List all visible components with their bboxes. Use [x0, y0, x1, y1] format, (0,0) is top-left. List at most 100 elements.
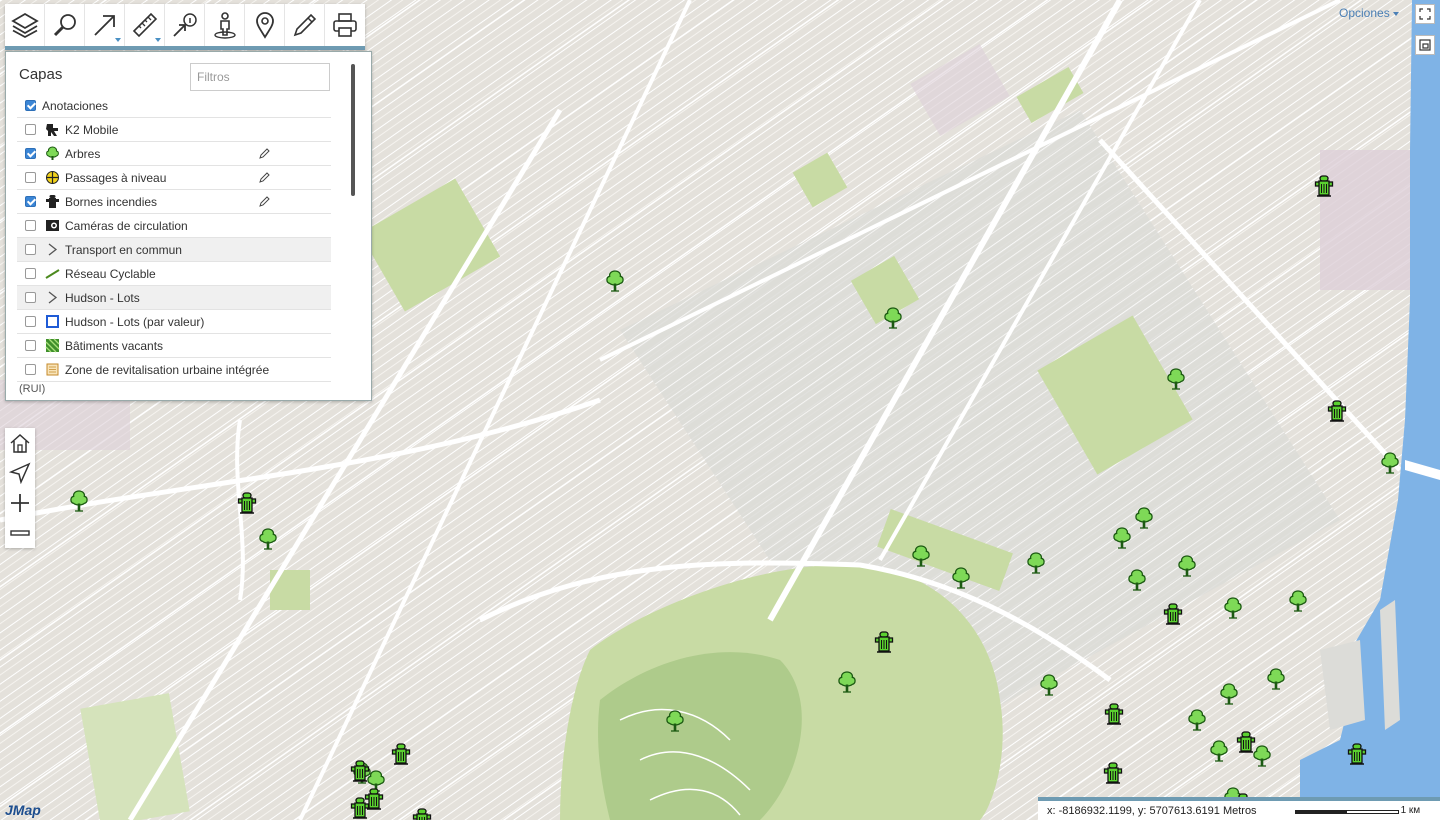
- hydrant-marker-icon[interactable]: [1347, 743, 1367, 765]
- hydrant-marker-icon[interactable]: [412, 808, 432, 820]
- layer-label: Passages à niveau: [65, 170, 167, 185]
- layers-tool-button[interactable]: [5, 4, 45, 46]
- geolocate-button[interactable]: [5, 458, 35, 488]
- zoom-out-button[interactable]: [5, 518, 35, 548]
- hydrant-marker-icon[interactable]: [350, 797, 370, 819]
- zoom-in-button[interactable]: [5, 488, 35, 518]
- layer-row[interactable]: Caméras de circulation: [17, 214, 331, 238]
- tree-marker-icon[interactable]: [1209, 740, 1229, 762]
- layers-panel-title: Capas: [19, 66, 63, 83]
- fullscreen-button[interactable]: [1415, 4, 1435, 24]
- layer-row[interactable]: Transport en commun: [17, 238, 331, 262]
- zone-icon: [44, 362, 60, 378]
- tree-marker-icon[interactable]: [1187, 709, 1207, 731]
- layer-visibility-checkbox[interactable]: [25, 148, 36, 159]
- cursor-coordinates: x: -8186932.1199, y: 5707613.6191 Metros: [1047, 804, 1257, 817]
- layer-visibility-checkbox[interactable]: [25, 292, 36, 303]
- tree-marker-icon[interactable]: [1166, 368, 1186, 390]
- hydrant-marker-icon[interactable]: [1103, 762, 1123, 784]
- layer-row[interactable]: Réseau Cyclable: [17, 262, 331, 286]
- crossing-icon: [44, 170, 60, 186]
- layer-row[interactable]: Anotaciones: [17, 94, 331, 118]
- home-button[interactable]: [5, 428, 35, 458]
- layer-visibility-checkbox[interactable]: [25, 100, 36, 111]
- layers-filter-input[interactable]: [190, 63, 330, 91]
- hydrant-marker-icon[interactable]: [1163, 603, 1183, 625]
- layer-row[interactable]: Arbres: [17, 142, 331, 166]
- layer-visibility-checkbox[interactable]: [25, 196, 36, 207]
- layer-row[interactable]: K2 Mobile: [17, 118, 331, 142]
- hydrant-marker-icon[interactable]: [1314, 175, 1334, 197]
- measure-tool-button[interactable]: [125, 4, 165, 46]
- hydrant-marker-icon[interactable]: [237, 492, 257, 514]
- edit-layer-pencil-icon[interactable]: [259, 147, 271, 159]
- layer-visibility-checkbox[interactable]: [25, 268, 36, 279]
- ruler-icon: [132, 12, 157, 38]
- layer-visibility-checkbox[interactable]: [25, 172, 36, 183]
- layers-scrollbar[interactable]: [351, 64, 355, 196]
- tree-marker-icon[interactable]: [1039, 674, 1059, 696]
- info-tool-button[interactable]: [165, 4, 205, 46]
- tree-marker-icon[interactable]: [1266, 668, 1286, 690]
- square-icon: [44, 314, 60, 330]
- tree-marker-icon[interactable]: [911, 545, 931, 567]
- tree-marker-icon[interactable]: [1112, 527, 1132, 549]
- home-icon: [10, 433, 30, 453]
- search-tool-button[interactable]: [45, 4, 85, 46]
- hydrant-marker-icon[interactable]: [1104, 703, 1124, 725]
- main-toolbar: [5, 4, 365, 50]
- layers-icon: [10, 12, 39, 39]
- layer-visibility-checkbox[interactable]: [25, 340, 36, 351]
- options-menu[interactable]: Opciones: [1339, 6, 1399, 20]
- tree-marker-icon[interactable]: [1177, 555, 1197, 577]
- location-tool-button[interactable]: [245, 4, 285, 46]
- tree-marker-icon[interactable]: [1380, 452, 1400, 474]
- layer-row[interactable]: Passages à niveau: [17, 166, 331, 190]
- tree-marker-icon[interactable]: [665, 710, 685, 732]
- tree-marker-icon[interactable]: [1219, 683, 1239, 705]
- tree-marker-icon[interactable]: [1127, 569, 1147, 591]
- hydrant-marker-icon[interactable]: [1327, 400, 1347, 422]
- tree-marker-icon[interactable]: [1223, 597, 1243, 619]
- streetview-tool-button[interactable]: [205, 4, 245, 46]
- tree-marker-icon[interactable]: [837, 671, 857, 693]
- hydrant-marker-icon[interactable]: [874, 631, 894, 653]
- tree-marker-icon[interactable]: [1026, 552, 1046, 574]
- tree-marker-icon[interactable]: [951, 567, 971, 589]
- hydrant-marker-icon[interactable]: [350, 760, 370, 782]
- hydrant-marker-icon[interactable]: [391, 743, 411, 765]
- tree-marker-icon[interactable]: [1134, 507, 1154, 529]
- tree-marker-icon[interactable]: [1288, 590, 1308, 612]
- tree-marker-icon[interactable]: [605, 270, 625, 292]
- layer-visibility-checkbox[interactable]: [25, 244, 36, 255]
- pin-icon: [255, 12, 274, 39]
- layer-visibility-checkbox[interactable]: [25, 364, 36, 375]
- hydrant-marker-icon[interactable]: [1236, 731, 1256, 753]
- layer-label: Transport en commun: [65, 242, 182, 257]
- edit-layer-pencil-icon[interactable]: [259, 195, 271, 207]
- layer-label: Bâtiments vacants: [65, 338, 164, 353]
- layer-visibility-checkbox[interactable]: [25, 124, 36, 135]
- chevron-down-icon: [1392, 11, 1399, 16]
- layer-row[interactable]: Bâtiments vacants: [17, 334, 331, 358]
- layer-label: K2 Mobile: [65, 122, 119, 137]
- person-icon: [213, 12, 236, 39]
- tree-marker-icon[interactable]: [258, 528, 278, 550]
- print-tool-button[interactable]: [325, 4, 365, 46]
- overview-map-icon: [1419, 39, 1431, 51]
- layer-label: Hudson - Lots: [65, 290, 140, 305]
- layer-row[interactable]: Bornes incendies: [17, 190, 331, 214]
- edit-layer-pencil-icon[interactable]: [259, 171, 271, 183]
- draw-tool-button[interactable]: [285, 4, 325, 46]
- group-arrow-icon: [44, 242, 60, 258]
- overview-map-button[interactable]: [1415, 35, 1435, 55]
- layer-row[interactable]: Hudson - Lots (par valeur): [17, 310, 331, 334]
- layer-label: Caméras de circulation: [65, 218, 188, 233]
- tree-marker-icon[interactable]: [883, 307, 903, 329]
- layer-visibility-checkbox[interactable]: [25, 316, 36, 327]
- layer-visibility-checkbox[interactable]: [25, 220, 36, 231]
- tree-marker-icon[interactable]: [69, 490, 89, 512]
- arrow-tool-button[interactable]: [85, 4, 125, 46]
- layer-row[interactable]: Zone de revitalisation urbaine intégrée: [17, 358, 331, 382]
- layer-row[interactable]: Hudson - Lots: [17, 286, 331, 310]
